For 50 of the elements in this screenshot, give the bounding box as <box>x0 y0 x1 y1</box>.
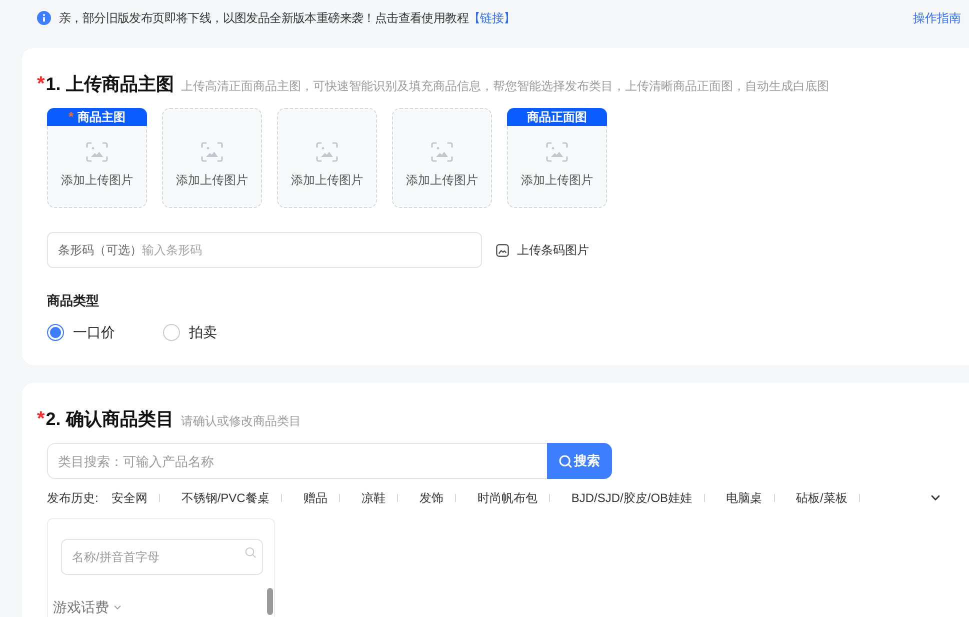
upload-tile[interactable]: 添加上传图片 <box>392 108 492 208</box>
upload-tile[interactable]: * 商品主图 添加上传图片 <box>47 108 147 208</box>
upload-barcode-button[interactable]: 上传条码图片 <box>496 242 589 258</box>
history-item[interactable]: 电脑桌 <box>726 490 762 506</box>
image-placeholder-icon <box>201 142 223 162</box>
required-mark: * <box>37 409 45 429</box>
scrollbar-thumb[interactable] <box>267 588 273 615</box>
history-item[interactable]: BJD/SJD/胶皮/OB娃娃 <box>571 490 692 506</box>
history-item[interactable]: 时尚帆布包 <box>477 490 538 506</box>
radio-option[interactable]: 一口价 <box>47 323 115 341</box>
chevron-down-icon <box>114 604 121 610</box>
image-placeholder-icon <box>431 142 453 162</box>
section-title: 1. 上传商品主图 <box>46 74 174 94</box>
section-hint: 上传高清正面商品主图，可快速智能识别及填充商品信息，帮您智能选择发布类目，上传清晰商品正面图，自动生成白底图 <box>180 78 829 95</box>
history-item[interactable]: 不锈钢/PVC餐桌 <box>181 490 270 506</box>
tag-label: 商品正面图 <box>527 109 587 126</box>
upload-tile[interactable]: 添加上传图片 <box>277 108 377 208</box>
field-label: 商品类型 <box>47 292 99 310</box>
history-item[interactable]: 发饰 <box>419 490 444 506</box>
image-placeholder-icon <box>86 142 108 162</box>
required-mark: * <box>68 108 74 126</box>
category-filter-field[interactable]: 名称/拼音首字母 <box>61 539 263 575</box>
upload-tile[interactable]: 商品正面图 添加上传图片 <box>507 108 607 208</box>
category-item[interactable]: 游戏话费 <box>53 598 121 616</box>
image-icon <box>496 244 509 256</box>
info-icon <box>37 11 51 25</box>
category-search-field[interactable]: 类目搜索：可输入产品名称 <box>47 443 547 479</box>
radio-option[interactable]: 拍卖 <box>163 323 217 341</box>
upload-tile[interactable]: 添加上传图片 <box>162 108 262 208</box>
history-item[interactable]: 安全网 <box>111 490 148 506</box>
search-button[interactable]: 搜索 <box>547 443 612 479</box>
section-title: 2. 确认商品类目 <box>46 409 174 429</box>
history-label: 发布历史: <box>47 490 98 506</box>
guide-link[interactable]: 操作指南 <box>913 10 961 26</box>
image-placeholder-icon <box>546 142 568 162</box>
history-item[interactable]: 凉鞋 <box>361 490 386 506</box>
search-icon <box>245 547 256 558</box>
image-placeholder-icon <box>316 142 338 162</box>
history-item[interactable]: 赠品 <box>303 490 328 506</box>
field-label: 条形码（可选） <box>58 242 142 258</box>
history-item[interactable]: 砧板/菜板 <box>796 490 848 506</box>
tutorial-link[interactable]: 【链接】 <box>468 10 516 24</box>
required-mark: * <box>37 74 45 94</box>
search-icon <box>559 454 572 468</box>
barcode-field[interactable]: 条形码（可选）输入条形码 <box>47 232 482 268</box>
section-hint: 请确认或修改商品类目 <box>180 413 301 430</box>
notice-text: 亲，部分旧版发布页即将下线，以图发品全新版本重磅来袭！点击查看使用教程【链接】 <box>59 10 516 26</box>
tag-label: 商品主图 <box>78 109 126 126</box>
barcode-input[interactable]: 输入条形码 <box>142 243 481 257</box>
chevron-down-icon[interactable] <box>931 495 940 501</box>
